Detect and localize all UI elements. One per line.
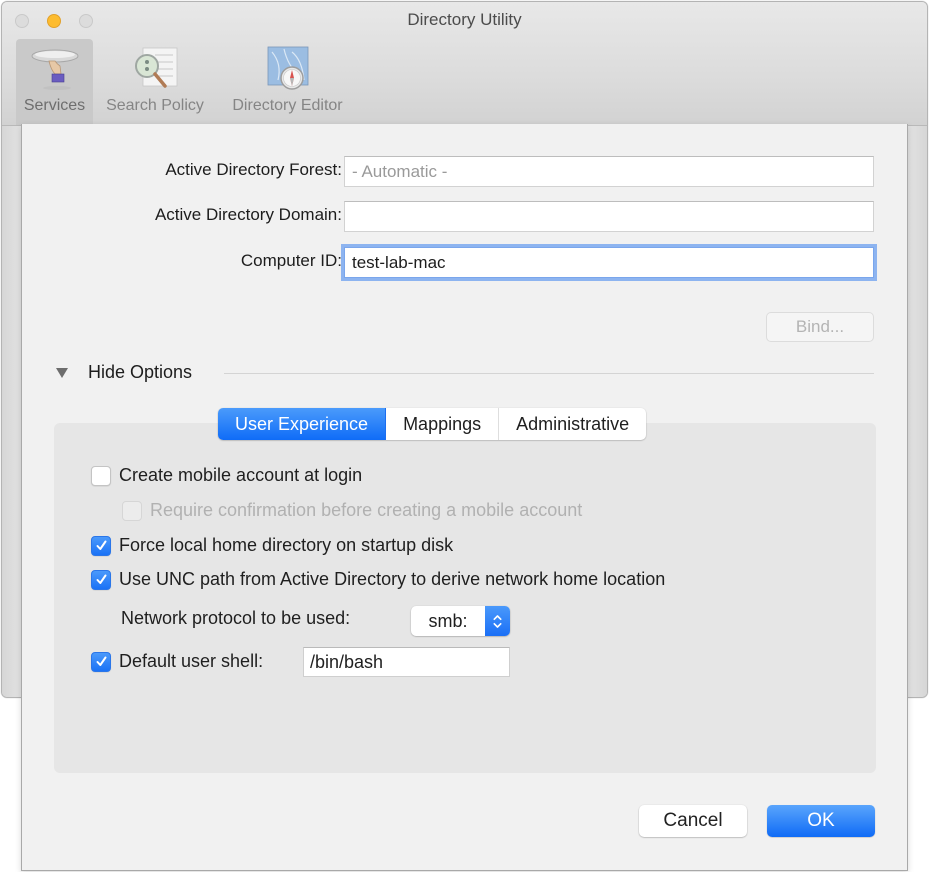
use-unc-path-option[interactable]: Use UNC path from Active Directory to de…: [91, 569, 665, 590]
options-tab-bar: User Experience Mappings Administrative: [218, 408, 647, 440]
services-icon: [31, 49, 78, 90]
search-policy-icon: [135, 47, 178, 88]
cancel-button[interactable]: Cancel: [639, 805, 747, 837]
force-local-home-option[interactable]: Force local home directory on startup di…: [91, 535, 453, 556]
checkmark-icon: [96, 656, 106, 666]
default-shell-checkbox[interactable]: [91, 651, 111, 672]
default-shell-input[interactable]: /bin/bash: [303, 647, 510, 677]
default-shell-label: Default user shell:: [119, 651, 264, 671]
checkmark-icon: [96, 540, 106, 550]
hide-options-disclosure[interactable]: Hide Options: [56, 362, 192, 383]
toolbar-item-services[interactable]: Services: [16, 39, 93, 125]
domain-label: Active Directory Domain:: [154, 205, 342, 224]
require-confirmation-checkbox: [122, 500, 142, 521]
computer-id-input[interactable]: test-lab-mac: [344, 247, 874, 278]
tab-administrative[interactable]: Administrative: [499, 408, 646, 440]
toolbar-item-directory-editor[interactable]: Directory Editor: [221, 39, 354, 125]
default-shell-option[interactable]: Default user shell:: [91, 651, 263, 672]
disclosure-triangle-icon[interactable]: [56, 367, 68, 378]
computer-id-label: Computer ID:: [240, 251, 342, 270]
toolbar-label-search-policy: Search Policy: [106, 97, 204, 114]
up-down-chevron-icon: [485, 606, 510, 636]
options-separator: [224, 373, 874, 374]
directory-editor-icon: [267, 46, 308, 90]
title-bar: Directory Utility Services Search Policy…: [2, 2, 927, 126]
checkmark-icon: [96, 574, 106, 584]
force-local-home-label: Force local home directory on startup di…: [119, 535, 454, 555]
toolbar-label-services: Services: [23, 97, 86, 114]
forest-input[interactable]: - Automatic -: [344, 156, 874, 187]
bind-options-sheet: Active Directory Forest: - Automatic - A…: [21, 124, 908, 871]
domain-row: Active Directory Domain:: [22, 201, 907, 233]
use-unc-path-checkbox[interactable]: [91, 569, 111, 590]
domain-input[interactable]: [344, 201, 874, 232]
computer-id-row: Computer ID: test-lab-mac: [22, 247, 907, 279]
network-protocol-popup[interactable]: smb:: [411, 606, 510, 636]
window-title: Directory Utility: [407, 10, 522, 29]
require-confirmation-label: Require confirmation before creating a m…: [150, 500, 583, 520]
bind-button[interactable]: Bind...: [766, 312, 874, 342]
hide-options-label: Hide Options: [88, 362, 193, 382]
tab-mappings[interactable]: Mappings: [386, 408, 500, 440]
toolbar-label-directory-editor: Directory Editor: [232, 97, 343, 114]
create-mobile-account-checkbox[interactable]: [91, 465, 111, 486]
ok-button[interactable]: OK: [767, 805, 875, 837]
forest-label: Active Directory Forest:: [165, 160, 342, 179]
forest-row: Active Directory Forest: - Automatic -: [22, 156, 907, 188]
create-mobile-account-option[interactable]: Create mobile account at login: [91, 465, 362, 486]
network-protocol-value: smb:: [428, 611, 468, 631]
use-unc-path-label: Use UNC path from Active Directory to de…: [119, 569, 666, 589]
network-protocol-label: Network protocol to be used:: [121, 608, 351, 628]
toolbar-item-search-policy[interactable]: Search Policy: [99, 39, 211, 125]
force-local-home-checkbox[interactable]: [91, 535, 111, 556]
require-confirmation-option: Require confirmation before creating a m…: [122, 500, 582, 521]
create-mobile-account-label: Create mobile account at login: [119, 465, 363, 485]
tab-user-experience[interactable]: User Experience: [218, 408, 387, 440]
